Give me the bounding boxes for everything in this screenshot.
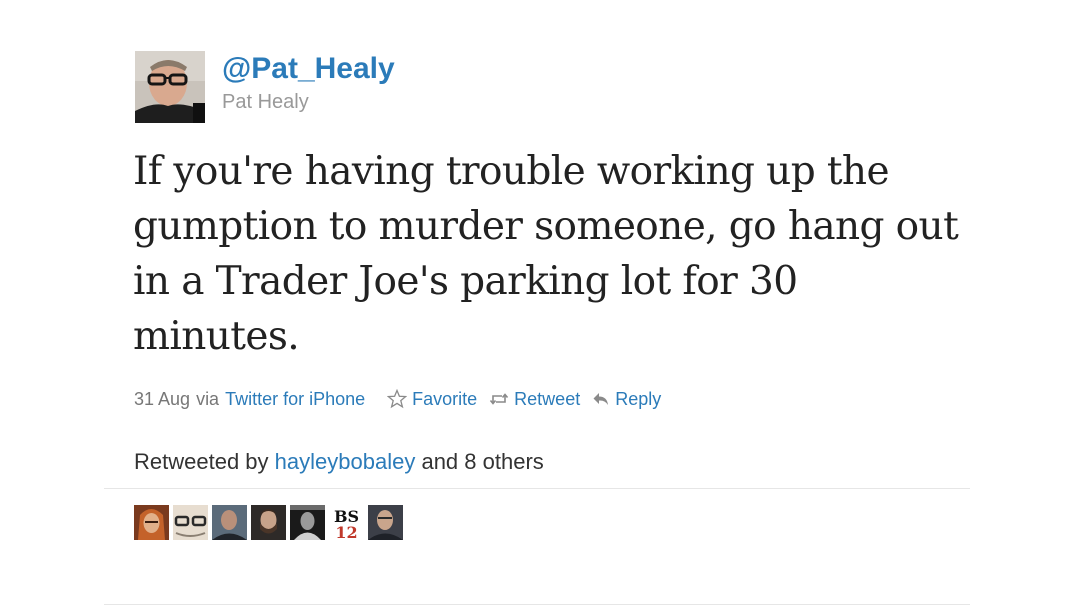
tweet-source-link[interactable]: Twitter for iPhone (225, 389, 365, 410)
author-avatar[interactable] (135, 51, 205, 123)
retweet-icon (490, 393, 509, 405)
avatar-photo-icon (173, 505, 208, 540)
avatar-bs12-logo-icon: BS 12 (329, 505, 364, 540)
retweeted-by-suffix: and 8 others (421, 449, 544, 474)
tweet-meta: 31 Aug via Twitter for iPhone Favorite R… (134, 386, 661, 412)
favorite-button[interactable]: Favorite (387, 389, 477, 410)
retweeter-link[interactable]: hayleybobaley (275, 449, 416, 474)
avatar-photo-icon (290, 505, 325, 540)
bottom-divider (104, 604, 970, 605)
avatar-photo-icon (134, 505, 169, 540)
retweet-label: Retweet (514, 388, 581, 409)
twelve-logo-text: 12 (335, 523, 357, 540)
avatar-photo-icon (251, 505, 286, 540)
retweeted-by: Retweeted by hayleybobaley and 8 others (134, 448, 544, 476)
author-name[interactable]: Pat Healy (222, 88, 309, 116)
avatar-photo-icon (212, 505, 247, 540)
retweeter-avatars: BS 12 (134, 505, 407, 540)
author-photo-icon (135, 51, 205, 123)
favorite-label: Favorite (412, 388, 478, 409)
reply-label: Reply (615, 388, 662, 409)
divider (104, 488, 970, 489)
tweet-date[interactable]: 31 Aug (134, 389, 190, 410)
via-label: via (196, 388, 220, 409)
retweeter-avatar-1[interactable] (134, 505, 169, 540)
reply-button[interactable]: Reply (592, 389, 661, 410)
tweet-text: If you're having trouble working up the … (133, 149, 959, 359)
author-handle[interactable]: @Pat_Healy (222, 50, 395, 88)
retweeter-avatar-5[interactable] (290, 505, 325, 540)
star-icon (387, 389, 408, 409)
retweeter-avatar-3[interactable] (212, 505, 247, 540)
retweeted-by-prefix: Retweeted by (134, 449, 269, 474)
retweeter-avatar-4[interactable] (251, 505, 286, 540)
retweeter-avatar-7[interactable] (368, 505, 403, 540)
avatar-photo-icon (368, 505, 403, 540)
reply-icon (593, 393, 609, 405)
retweet-button[interactable]: Retweet (489, 389, 580, 410)
retweeter-avatar-6[interactable]: BS 12 (329, 505, 364, 540)
retweeter-avatar-2[interactable] (173, 505, 208, 540)
tweet-page: @Pat_Healy Pat Healy If you're having tr… (0, 0, 1080, 606)
